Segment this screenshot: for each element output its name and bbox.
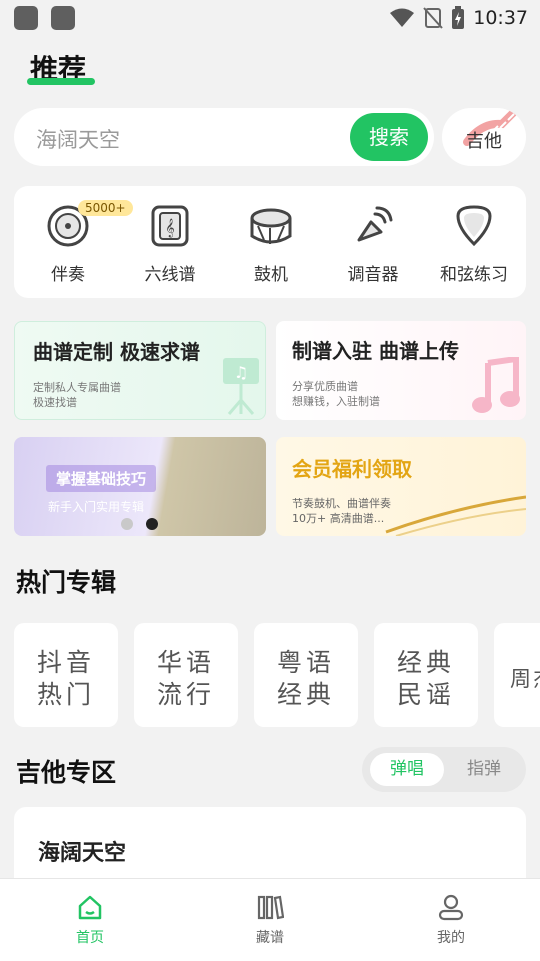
title-underline — [27, 78, 95, 85]
section-title-guitar-zone: 吉他专区 — [16, 758, 117, 787]
drum-icon — [250, 208, 292, 244]
guitar-category-button[interactable]: 吉他 — [442, 108, 526, 166]
nav-home[interactable]: 首页 — [50, 893, 130, 947]
nav-label: 藏谱 — [256, 930, 284, 946]
banner-subtitle: 定制私人专属曲谱 — [33, 381, 121, 394]
tools-panel: 伴奏 5000+ 𝄞 六线谱 鼓机 调音器 和弦练习 — [14, 186, 526, 298]
search-placeholder: 海阔天空 — [36, 128, 120, 152]
album-label: 热门 — [36, 680, 95, 709]
search-input[interactable]: 海阔天空 搜索 — [14, 108, 434, 166]
no-signal-icon — [423, 7, 443, 29]
user-icon — [438, 894, 464, 921]
notification-icon — [51, 6, 75, 30]
status-bar: 10:37 — [0, 0, 540, 36]
banner-title: 制谱入驻 曲谱上传 — [292, 339, 459, 363]
banner-upload-sheet[interactable]: 制谱入驻 曲谱上传 分享优质曲谱 想赚钱，入驻制谱 — [276, 321, 526, 420]
album-card[interactable]: 华语 流行 — [134, 623, 238, 727]
nav-label: 我的 — [437, 930, 465, 946]
tab-fingerstyle[interactable]: 指弹 — [450, 753, 518, 786]
battery-charging-icon — [452, 6, 465, 29]
banner-member-benefits[interactable]: 会员福利领取 节奏鼓机、曲谱伴奏 10万+ 高清曲谱... — [276, 437, 526, 536]
tool-label: 伴奏 — [51, 265, 85, 285]
song-title: 海阔天空 — [38, 841, 127, 866]
album-card[interactable]: 周杰 — [494, 623, 540, 727]
tool-label: 鼓机 — [254, 265, 288, 285]
album-card[interactable]: 经典 民谣 — [374, 623, 478, 727]
banner-title: 曲谱定制 极速求谱 — [33, 340, 200, 364]
banner-custom-sheet[interactable]: 曲谱定制 极速求谱 定制私人专属曲谱 极速找谱 ♫ — [14, 321, 266, 420]
library-icon — [257, 895, 285, 920]
album-label: 流行 — [156, 680, 215, 709]
tool-tuner[interactable]: 调音器 — [323, 202, 423, 285]
banner-title: 掌握基础技巧 — [46, 465, 157, 492]
banner-subtitle: 极速找谱 — [33, 396, 77, 409]
album-label: 抖音 — [36, 648, 95, 677]
gold-wave-decoration — [385, 495, 526, 536]
wifi-icon — [390, 8, 415, 27]
bottom-nav: 首页 藏谱 我的 — [0, 878, 540, 961]
nav-library[interactable]: 藏谱 — [230, 893, 310, 947]
banner-subtitle: 分享优质曲谱 — [292, 380, 358, 393]
album-label: 经典 — [396, 648, 455, 677]
banner-subtitle: 想赚钱，入驻制谱 — [292, 395, 380, 408]
album-card[interactable]: 抖音 热门 — [14, 623, 118, 727]
tab-strum-sing[interactable]: 弹唱 — [370, 753, 444, 786]
guitar-button-label: 吉他 — [466, 131, 502, 152]
music-note-icon — [472, 357, 520, 413]
sheet-music-icon: 𝄞 — [151, 205, 189, 247]
guitar-style-toggle: 弹唱 指弹 — [362, 747, 526, 792]
nav-profile[interactable]: 我的 — [411, 893, 491, 947]
guitar-pick-icon — [456, 205, 492, 247]
tool-tablature[interactable]: 𝄞 六线谱 — [120, 202, 220, 285]
banner-basic-skills[interactable]: 掌握基础技巧 新手入门实用专辑 — [14, 437, 266, 536]
tool-chord-practice[interactable]: 和弦练习 — [424, 202, 524, 285]
carousel-dot[interactable] — [121, 518, 133, 530]
album-label: 粤语 — [276, 648, 335, 677]
album-label: 经典 — [276, 680, 335, 709]
album-label: 华语 — [156, 648, 215, 677]
nav-label: 首页 — [76, 930, 104, 946]
search-button[interactable]: 搜索 — [350, 113, 428, 161]
tuner-icon — [357, 206, 393, 242]
banner-subtitle: 新手入门实用专辑 — [48, 500, 145, 514]
tool-label: 六线谱 — [144, 265, 196, 285]
svg-text:♫: ♫ — [234, 363, 248, 382]
album-label: 周杰 — [510, 667, 540, 691]
section-title-hot-albums: 热门专辑 — [16, 568, 117, 597]
tool-label: 和弦练习 — [440, 265, 508, 285]
tool-drum-machine[interactable]: 鼓机 — [221, 202, 321, 285]
music-stand-icon: ♫ — [223, 358, 259, 415]
clock: 10:37 — [473, 7, 528, 29]
album-label: 民谣 — [396, 680, 455, 709]
tool-label: 调音器 — [347, 265, 399, 285]
notification-icon — [14, 6, 38, 30]
svg-text:𝄞: 𝄞 — [165, 218, 174, 238]
home-icon — [78, 895, 102, 920]
album-card[interactable]: 粤语 经典 — [254, 623, 358, 727]
carousel-dot-active[interactable] — [146, 518, 158, 530]
